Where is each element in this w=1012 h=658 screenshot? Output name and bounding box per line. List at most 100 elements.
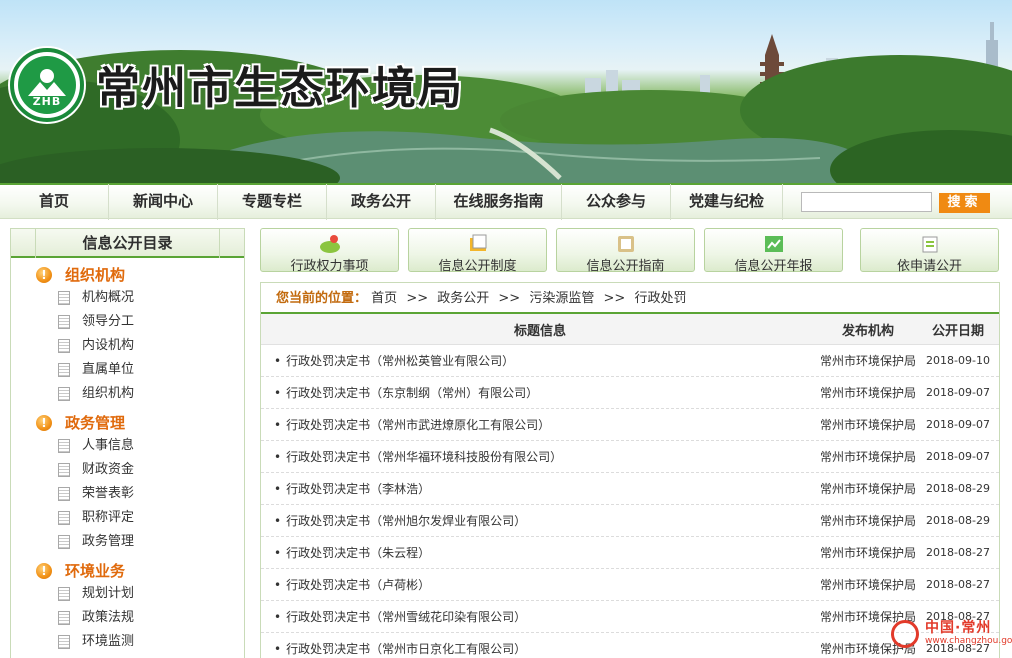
- quick-link-annual-report[interactable]: 信息公开年报: [704, 228, 843, 274]
- nav-online-service[interactable]: 在线服务指南: [436, 183, 562, 220]
- apply-disclosure-icon: [922, 236, 937, 253]
- nav-government-affairs[interactable]: 政务公开: [327, 183, 436, 220]
- nav-special-topics[interactable]: 专题专栏: [218, 183, 327, 220]
- sidebar-item[interactable]: 机构概况: [11, 286, 244, 310]
- row-org: 常州市环境保护局: [819, 482, 916, 496]
- row-title-link[interactable]: 行政处罚决定书（常州华福环境科技股份有限公司）: [261, 448, 819, 465]
- sidebar-item[interactable]: 环境监测: [11, 630, 244, 654]
- document-icon: [58, 315, 70, 329]
- row-date: 2018-09-10: [926, 354, 990, 367]
- row-title-link[interactable]: 行政处罚决定书（常州雪绒花印染有限公司）: [261, 608, 819, 625]
- breadcrumb-separator: >>: [498, 291, 521, 306]
- sidebar-item[interactable]: 职称评定: [11, 506, 244, 530]
- table-row: 行政处罚决定书（常州市武进燎原化工有限公司）常州市环境保护局 2018-09-07: [261, 409, 999, 441]
- row-title-link[interactable]: 行政处罚决定书（常州旭尔发焊业有限公司）: [261, 512, 819, 529]
- quick-link-label: 信息公开制度: [438, 259, 517, 274]
- row-title-link[interactable]: 行政处罚决定书（李林浩）: [261, 480, 819, 497]
- sidebar-item[interactable]: 政务管理: [11, 530, 244, 554]
- table-row: 行政处罚决定书（李林浩）常州市环境保护局 2018-08-29: [261, 473, 999, 505]
- sidebar: 信息公开目录 ! 组织机构 机构概况 领导分工 内设机构 直属单位 组织机构 !…: [10, 228, 245, 658]
- bureau-logo[interactable]: ZHB: [10, 48, 84, 122]
- quick-link-disclosure-guide[interactable]: 信息公开指南: [556, 228, 695, 274]
- nav-party-discipline[interactable]: 党建与纪检: [671, 183, 783, 220]
- content-panel: 您当前的位置： 首页 >> 政务公开 >> 污染源监管 >> 行政处罚 标题信息…: [260, 282, 1000, 658]
- sidebar-item-label: 内设机构: [82, 338, 135, 353]
- document-icon: [58, 463, 70, 477]
- breadcrumb-link-affairs[interactable]: 政务公开: [437, 291, 489, 306]
- table-row: 行政处罚决定书（东京制纲（常州）有限公司）常州市环境保护局 2018-09-07: [261, 377, 999, 409]
- sidebar-item[interactable]: 组织机构: [11, 382, 244, 406]
- row-title-link[interactable]: 行政处罚决定书（朱云程）: [261, 544, 819, 561]
- row-org: 常州市环境保护局: [819, 354, 916, 368]
- quick-link-apply-disclosure[interactable]: 依申请公开: [860, 228, 999, 274]
- breadcrumb-current[interactable]: 行政处罚: [634, 291, 686, 306]
- document-icon: [58, 339, 70, 353]
- section-label: 组织机构: [65, 266, 126, 284]
- annual-report-icon: [764, 236, 783, 252]
- search-button[interactable]: 搜索: [939, 193, 990, 213]
- breadcrumb-label: 您当前的位置：: [276, 291, 368, 306]
- table-row: 行政处罚决定书（朱云程）常州市环境保护局 2018-08-27: [261, 537, 999, 569]
- section-label: 政务管理: [65, 414, 126, 432]
- document-icon: [58, 387, 70, 401]
- quick-link-disclosure-rules[interactable]: 信息公开制度: [408, 228, 547, 274]
- row-title-link[interactable]: 行政处罚决定书（卢荷彬）: [261, 576, 819, 593]
- search-input[interactable]: [801, 192, 932, 212]
- sidebar-section-title[interactable]: ! 政务管理: [11, 412, 244, 434]
- row-title-link[interactable]: 行政处罚决定书（东京制纲（常州）有限公司）: [261, 384, 819, 401]
- column-header-date: 公开日期: [931, 323, 984, 339]
- row-title-link[interactable]: 行政处罚决定书（常州松英管业有限公司）: [261, 352, 819, 369]
- quick-link-label: 信息公开年报: [734, 259, 813, 274]
- breadcrumb-separator: >>: [603, 291, 626, 306]
- row-date: 2018-08-27: [926, 578, 990, 591]
- document-icon: [58, 487, 70, 501]
- sidebar-item-label: 职称评定: [82, 510, 135, 525]
- sidebar-section-title[interactable]: ! 组织机构: [11, 264, 244, 286]
- quick-link-power-matters[interactable]: 行政权力事项: [260, 228, 399, 274]
- sidebar-item-label: 规划计划: [82, 586, 135, 601]
- watermark-logo: 中国·常州 www.changzhou.gov.cn: [887, 612, 1012, 658]
- table-header: 标题信息 发布机构 公开日期: [261, 314, 999, 345]
- sidebar-title: 信息公开目录: [11, 229, 244, 258]
- main-nav: 首页 新闻中心 专题专栏 政务公开 在线服务指南 公众参与 党建与纪检 搜索: [0, 183, 1012, 220]
- sidebar-item[interactable]: 内设机构: [11, 334, 244, 358]
- sidebar-item[interactable]: 政策法规: [11, 606, 244, 630]
- sidebar-section-organization: ! 组织机构 机构概况 领导分工 内设机构 直属单位 组织机构: [11, 258, 244, 406]
- breadcrumb-link-pollution[interactable]: 污染源监管: [529, 291, 594, 306]
- sidebar-item[interactable]: 领导分工: [11, 310, 244, 334]
- row-date: 2018-09-07: [926, 386, 990, 399]
- nav-public-participation[interactable]: 公众参与: [562, 183, 671, 220]
- document-icon: [58, 611, 70, 625]
- row-org: 常州市环境保护局: [819, 514, 916, 528]
- row-org: 常州市环境保护局: [819, 386, 916, 400]
- sidebar-item-label: 政务管理: [82, 534, 135, 549]
- sidebar-item-label: 组织机构: [82, 386, 135, 401]
- sidebar-item-label: 机构概况: [82, 290, 135, 305]
- row-title-link[interactable]: 行政处罚决定书（常州市武进燎原化工有限公司）: [261, 416, 819, 433]
- sidebar-item[interactable]: 人事信息: [11, 434, 244, 458]
- sidebar-item[interactable]: 规划计划: [11, 582, 244, 606]
- sidebar-item-label: 政策法规: [82, 610, 135, 625]
- row-date: 2018-09-07: [926, 418, 990, 431]
- table-row: 行政处罚决定书（常州旭尔发焊业有限公司）常州市环境保护局 2018-08-29: [261, 505, 999, 537]
- row-title-link[interactable]: 行政处罚决定书（常州市日京化工有限公司）: [261, 640, 819, 657]
- nav-home[interactable]: 首页: [0, 183, 109, 220]
- disclosure-guide-icon: [617, 236, 634, 252]
- row-date: 2018-08-27: [926, 546, 990, 559]
- site-title: 常州市生态环境局: [96, 63, 464, 114]
- sidebar-item-label: 环境监测: [82, 634, 135, 649]
- sidebar-section-title[interactable]: ! 环境业务: [11, 560, 244, 582]
- sidebar-item[interactable]: 直属单位: [11, 358, 244, 382]
- sidebar-item[interactable]: 财政资金: [11, 458, 244, 482]
- sidebar-item-label: 财政资金: [82, 462, 135, 477]
- sidebar-item-label: 人事信息: [82, 438, 135, 453]
- breadcrumb-link-home[interactable]: 首页: [371, 291, 397, 306]
- quick-link-label: 信息公开指南: [586, 259, 665, 274]
- watermark-text: 中国·常州: [925, 620, 992, 636]
- nav-news-center[interactable]: 新闻中心: [109, 183, 218, 220]
- document-icon: [58, 511, 70, 525]
- sidebar-item[interactable]: 荣誉表彰: [11, 482, 244, 506]
- exclamation-icon: !: [36, 267, 52, 283]
- section-label: 环境业务: [65, 562, 126, 580]
- document-icon: [58, 587, 70, 601]
